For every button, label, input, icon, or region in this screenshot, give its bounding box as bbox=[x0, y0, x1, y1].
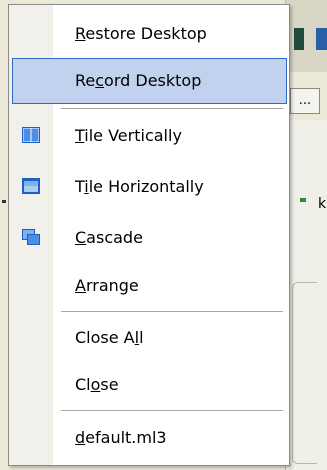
tile-vertically-icon bbox=[22, 127, 40, 143]
menu-item-label: Close All bbox=[75, 328, 144, 347]
menu-item-cascade[interactable]: Cascade bbox=[12, 215, 287, 261]
menu-item-record-desktop[interactable]: Record Desktop bbox=[12, 58, 287, 104]
menu-item-label: Record Desktop bbox=[75, 71, 202, 90]
background-mark bbox=[2, 200, 6, 203]
window-menu: Restore Desktop Record Desktop Tile Vert… bbox=[8, 4, 290, 466]
menu-item-label: Tile Vertically bbox=[75, 126, 182, 145]
menu-item-restore-desktop[interactable]: Restore Desktop bbox=[12, 11, 287, 57]
partial-label: k bbox=[318, 196, 327, 212]
toolbar-icon[interactable] bbox=[294, 28, 304, 50]
menu-item-tile-vertically[interactable]: Tile Vertically bbox=[12, 113, 287, 159]
background-left-edge bbox=[0, 0, 8, 470]
menu-item-label: default.ml3 bbox=[75, 428, 167, 447]
tile-horizontally-icon bbox=[22, 178, 40, 194]
menu-separator bbox=[61, 311, 283, 312]
menu-item-label: Cascade bbox=[75, 228, 143, 247]
background-group-frame bbox=[292, 282, 317, 464]
menu-item-tile-horizontally[interactable]: Tile Horizontally bbox=[12, 164, 287, 210]
menu-item-close[interactable]: Close bbox=[12, 362, 287, 408]
menu-item-label: Close bbox=[75, 375, 119, 394]
check-icon bbox=[300, 198, 306, 202]
menu-item-label: Restore Desktop bbox=[75, 24, 207, 43]
menu-item-recent-file[interactable]: default.ml3 bbox=[12, 415, 287, 461]
toolbar-icon[interactable] bbox=[316, 28, 327, 50]
menu-separator bbox=[61, 108, 283, 109]
menu-item-label: Tile Horizontally bbox=[75, 177, 204, 196]
cascade-icon bbox=[22, 229, 40, 245]
menu-separator bbox=[61, 410, 283, 411]
menu-item-arrange[interactable]: Arrange bbox=[12, 263, 287, 309]
menu-item-label: Arrange bbox=[75, 276, 139, 295]
browse-button[interactable]: ... bbox=[290, 88, 320, 114]
menu-item-close-all[interactable]: Close All bbox=[12, 315, 287, 361]
